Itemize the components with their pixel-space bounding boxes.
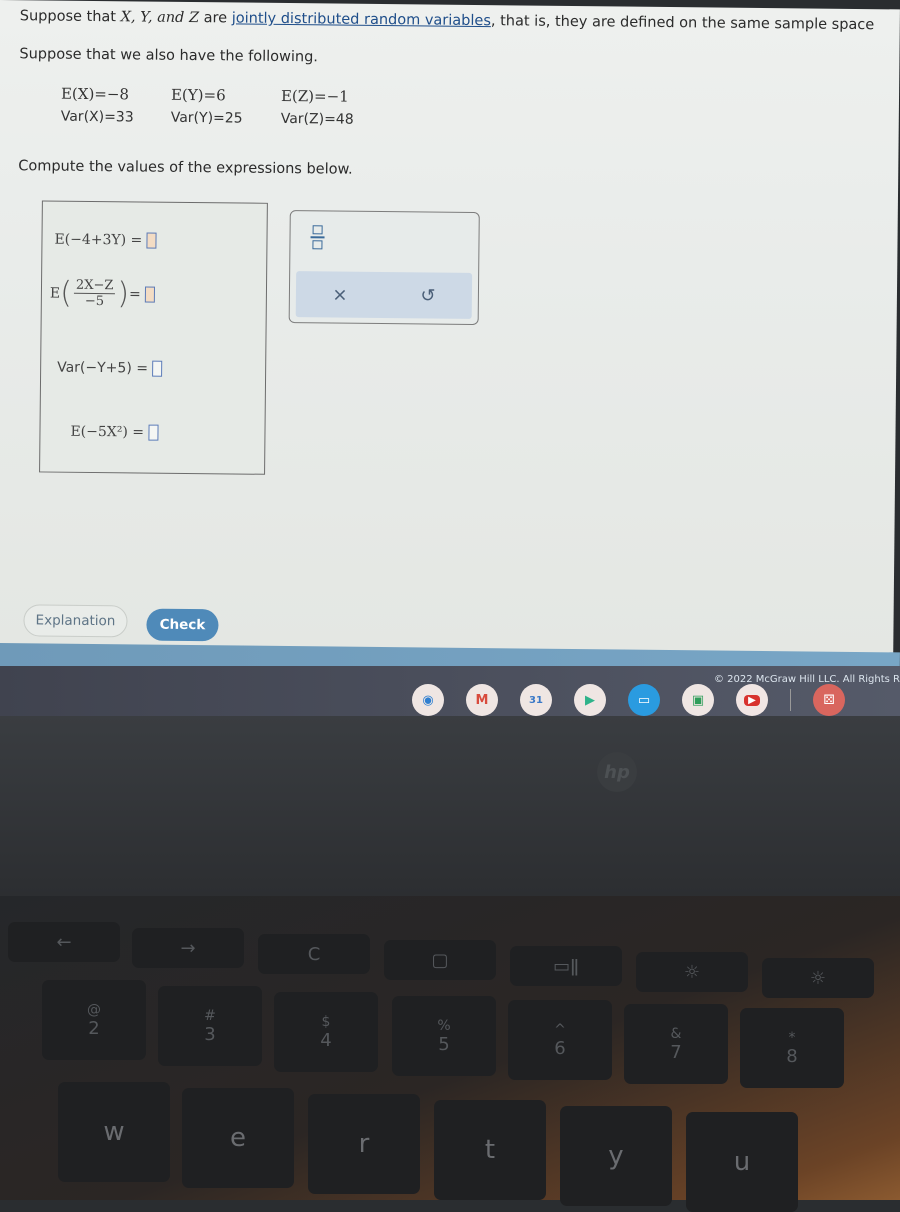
key-6[interactable]: ^ 6 <box>508 1000 612 1080</box>
fraction-expression: 2X−Z −5 <box>73 277 116 309</box>
given-varz: Var(Z)=48 <box>280 110 354 128</box>
key-back[interactable]: ← <box>8 922 120 962</box>
given-ey: E(Y)=6 <box>170 85 226 105</box>
play-store-icon[interactable]: ▶ <box>574 684 606 716</box>
key-2[interactable]: @2 <box>42 980 146 1060</box>
question-2: E ( 2X−Z −5 ) = <box>50 275 155 311</box>
key-w[interactable]: w <box>58 1082 170 1182</box>
answer-input-2[interactable] <box>144 286 155 303</box>
key-e[interactable]: e <box>182 1088 294 1188</box>
app-launcher-icon[interactable]: ⚄ <box>813 684 845 716</box>
key-7[interactable]: & 7 <box>624 1004 728 1084</box>
answer-input-4[interactable] <box>147 424 159 441</box>
fraction-icon <box>312 225 323 235</box>
chrome-icon[interactable]: ◉ <box>412 684 444 716</box>
question-1: E(−4+3Y) = <box>54 232 157 249</box>
key-r[interactable]: r <box>308 1094 420 1194</box>
problem-given-intro: Suppose that we also have the following. <box>19 46 319 66</box>
key-3[interactable]: #3 <box>158 986 262 1066</box>
key-t[interactable]: t <box>434 1100 546 1200</box>
youtube-icon[interactable]: ▶ <box>736 684 768 716</box>
undo-button[interactable]: ↺ <box>413 285 443 306</box>
key-overview[interactable]: ▭ǁ <box>510 946 622 986</box>
given-ex: E(X)=−8 <box>60 84 130 104</box>
answer-panel: E(−4+3Y) = E ( 2X−Z −5 ) = Var(−Y+5) = E… <box>39 200 268 475</box>
question-4: E(−5X²) = <box>70 424 159 441</box>
gmail-icon[interactable]: M <box>466 684 498 716</box>
toolbox-actions: × ↺ <box>295 271 473 319</box>
meet-icon[interactable]: ▣ <box>682 684 714 716</box>
key-u[interactable]: u <box>686 1112 798 1212</box>
messages-icon[interactable]: ▭ <box>628 684 660 716</box>
clear-button[interactable]: × <box>325 284 355 305</box>
webpage-screen: Suppose that X, Y, and Z are jointly dis… <box>0 0 900 655</box>
key-forward[interactable]: → <box>132 928 244 968</box>
keyboard: ← → C ▢ ▭ǁ ☼ ☼ @2 #3 $4 % 5 ^ 6 & 7 * 8 w e … <box>0 896 900 1212</box>
answer-input-3[interactable] <box>151 360 163 377</box>
given-vary: Var(Y)=25 <box>170 109 243 127</box>
key-brightness-up[interactable]: ☼ <box>762 958 874 998</box>
calendar-icon[interactable]: 31 <box>520 684 552 716</box>
fraction-tool-button[interactable] <box>310 225 325 249</box>
key-refresh[interactable]: C <box>258 934 370 974</box>
compute-instruction: Compute the values of the expressions be… <box>18 158 353 178</box>
explanation-button[interactable]: Explanation <box>23 604 128 638</box>
key-fullscreen[interactable]: ▢ <box>384 940 496 980</box>
jointly-distributed-link[interactable]: jointly distributed random variables <box>232 10 491 29</box>
laptop-bezel <box>0 716 900 896</box>
key-y[interactable]: y <box>560 1106 672 1206</box>
key-8[interactable]: * 8 <box>740 1008 844 1088</box>
key-5[interactable]: % 5 <box>392 996 496 1076</box>
given-ez: E(Z)=−1 <box>280 86 349 106</box>
math-toolbox: × ↺ <box>288 210 480 326</box>
check-button[interactable]: Check <box>146 608 219 642</box>
answer-input-1[interactable] <box>146 232 157 249</box>
key-brightness-down[interactable]: ☼ <box>636 952 748 992</box>
given-values: E(X)=−8 E(Y)=6 E(Z)=−1 Var(X)=33 Var(Y)=… <box>61 85 391 128</box>
problem-intro: Suppose that X, Y, and Z are jointly dis… <box>19 8 875 34</box>
given-varx: Var(X)=33 <box>60 108 134 126</box>
shelf-apps: ◉ M 31 ▶ ▭ ▣ ▶ ⚄ <box>412 684 845 716</box>
key-4[interactable]: $4 <box>274 992 378 1072</box>
hp-logo: hp <box>597 752 637 792</box>
shelf-divider <box>790 689 791 711</box>
question-3: Var(−Y+5) = <box>57 360 163 377</box>
